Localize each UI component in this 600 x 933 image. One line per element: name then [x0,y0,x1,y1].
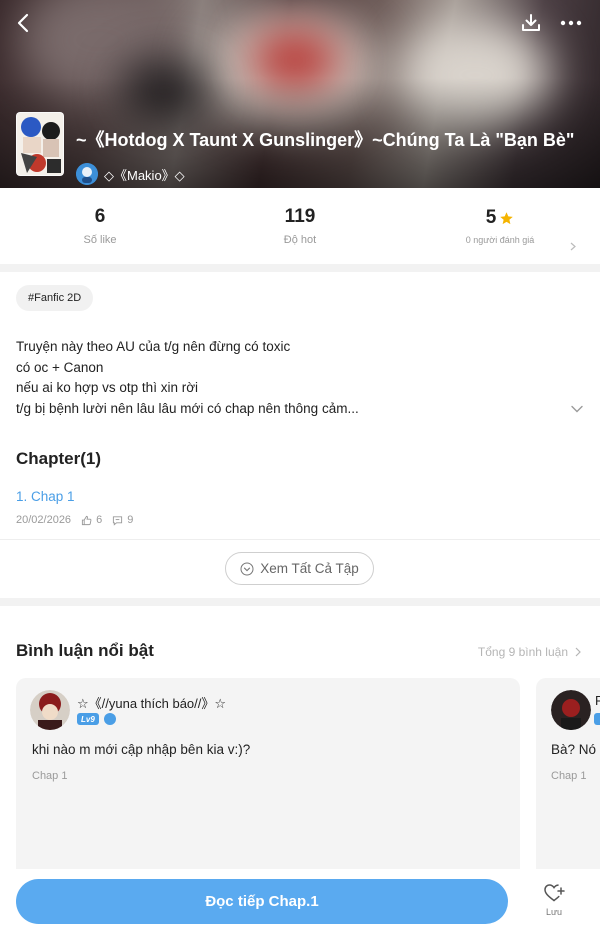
commenter-avatar[interactable] [551,690,591,730]
section-gap [0,598,600,606]
chapter-meta: 20/02/2026 6 9 [16,514,133,526]
rating-stat[interactable]: 5 0 người đánh giá [400,188,600,264]
comment-card[interactable]: F Bà? Nó Chap 1 [536,678,600,878]
hot-stat: 119 Độ hot [200,188,400,264]
chevron-right-icon [575,647,581,657]
hot-label: Độ hot [283,234,317,246]
commenter-badges: Lv9 [77,713,116,725]
story-cover [16,112,64,176]
bottom-action-bar: Đọc tiếp Chap.1 Lưu [0,869,600,933]
commenter-name[interactable]: F [595,693,600,708]
description-line: có oc + Canon [16,359,104,375]
download-icon[interactable] [516,8,546,38]
chapter-comments-count: 9 [127,514,134,526]
total-comments-link[interactable]: Tổng 9 bình luận [478,645,584,659]
description-line: Truyện này theo AU của t/g nên đừng có t… [16,339,291,354]
see-all-chapters-button[interactable]: Xem Tất Cả Tập [225,552,374,585]
comment-chapter: Chap 1 [551,770,587,782]
chevron-down-icon [240,562,254,575]
verified-badge-icon [103,713,116,725]
likes-stat: 6 Số like [0,188,200,264]
description-line: t/g bị bệnh lười nên lâu lâu mới có chap… [16,400,359,416]
likes-label: Số like [83,234,117,246]
story-title: ~《Hotdog X Taunt X Gunslinger》~Chúng Ta … [76,130,575,150]
genre-tag[interactable]: #Fanfic 2D [16,285,94,311]
level-badge [594,713,600,725]
heart-plus-icon [544,884,565,902]
like-icon [81,515,92,525]
chapter-comments: 9 [112,514,133,526]
save-button[interactable]: Lưu [536,883,572,927]
story-description: Truyện này theo AU của t/g nên đừng có t… [16,337,556,419]
commenter-avatar[interactable] [30,690,70,730]
hot-value: 119 [284,206,316,227]
level-badge: Lv9 [77,713,99,725]
commenter-name[interactable]: ☆《//yuna thích báo//》☆ [77,693,226,712]
chapter-likes-count: 6 [96,514,103,526]
rating-row: 5 [486,207,515,229]
comment-icon [113,515,123,526]
comment-text: Bà? Nó [551,742,597,757]
chapter-item-link[interactable]: 1. Chap 1 [16,489,75,504]
star-icon [500,211,514,224]
divider [0,539,600,540]
chapter-heading: Chapter(1) [16,449,102,468]
author-link[interactable]: ◇《Makio》◇ [76,162,185,186]
comments-heading: Bình luận nổi bật [16,641,154,660]
back-icon[interactable] [8,8,38,38]
description-line: nếu ai ko hợp vs otp thì xin rời [16,380,199,395]
more-icon[interactable] [556,8,586,38]
chapter-likes: 6 [81,514,102,526]
save-label: Lưu [545,907,563,917]
author-name: ◇《Makio》◇ [104,167,185,183]
section-gap [0,264,600,272]
story-stats: 6 Số like 119 Độ hot 5 0 người đánh giá [0,188,600,264]
rating-value: 5 [485,207,497,228]
story-header: ~《Hotdog X Taunt X Gunslinger》~Chúng Ta … [0,0,600,188]
comment-chapter: Chap 1 [32,770,68,782]
rating-label: 0 người đánh giá [465,235,535,245]
likes-value: 6 [94,206,106,227]
comment-card[interactable]: ☆《//yuna thích báo//》☆ Lv9 khi nào m mới… [16,678,520,878]
total-comments-label: Tổng 9 bình luận [477,645,568,659]
author-avatar [76,163,98,185]
chapter-date: 20/02/2026 [16,514,72,526]
continue-reading-button[interactable]: Đọc tiếp Chap.1 [16,879,508,924]
see-all-label: Xem Tất Cả Tập [260,561,359,576]
chevron-right-icon [570,242,576,254]
expand-chevron-icon[interactable] [568,400,586,418]
comment-text: khi nào m mới cập nhập bên kia v:)? [32,742,251,757]
